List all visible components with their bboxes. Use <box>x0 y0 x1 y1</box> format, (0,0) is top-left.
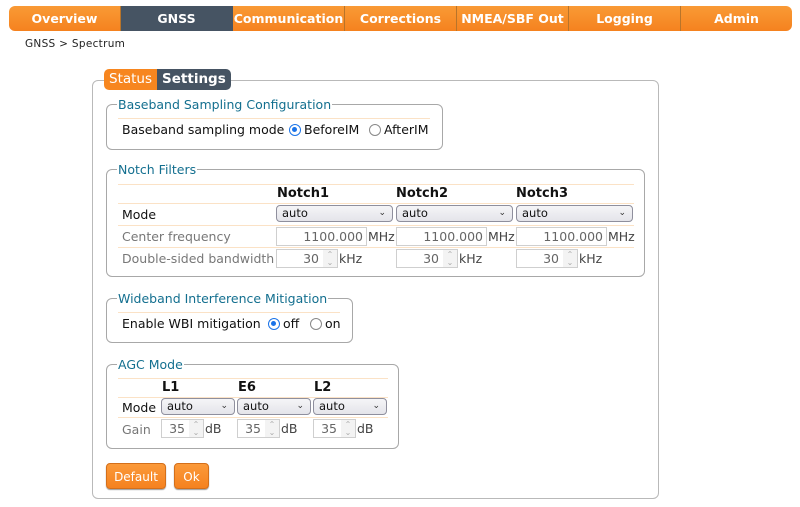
notch1-mode-select[interactable]: auto ⌄ <box>276 205 393 222</box>
notch3-header: Notch3 <box>516 186 569 201</box>
chevron-down-icon: ⌄ <box>372 401 380 411</box>
radio-unchecked-icon <box>369 123 381 136</box>
wbi-label: Enable WBI mitigation <box>122 316 261 331</box>
spinner-icon[interactable]: ⌃ ⌄ <box>265 420 279 437</box>
khz-unit: kHz <box>579 251 603 266</box>
chevron-down-icon: ⌄ <box>618 208 626 218</box>
breadcrumb: GNSS > Spectrum <box>25 38 126 50</box>
notch3-bandwidth-value: 30 <box>543 251 559 266</box>
nav-tab-admin[interactable]: Admin <box>681 6 792 31</box>
chevron-down-icon: ⌄ <box>498 208 506 218</box>
radio-checked-icon <box>268 317 280 330</box>
db-unit: dB <box>205 421 222 436</box>
spinner-icon[interactable]: ⌃ ⌄ <box>341 420 355 437</box>
radio-afterim-label: AfterIM <box>384 122 429 137</box>
l1-header: L1 <box>162 380 180 395</box>
notch3-bandwidth-input[interactable]: 30 ⌃ ⌄ <box>516 249 578 268</box>
chevron-down-icon: ⌄ <box>296 401 304 411</box>
notch2-mode-select[interactable]: auto ⌄ <box>396 205 513 222</box>
agc-gain-label: Gain <box>122 422 151 437</box>
divider <box>118 184 634 185</box>
notch1-mode-value: auto <box>282 206 308 220</box>
notch1-bandwidth-input[interactable]: 30 ⌃ ⌄ <box>276 249 338 268</box>
notch3-center-frequency-input[interactable]: 1100.000 <box>516 227 607 246</box>
nav-tab-corrections[interactable]: Corrections <box>345 6 457 31</box>
divider <box>118 225 634 226</box>
e6-gain-value: 35 <box>245 421 261 436</box>
nav-tab-gnss[interactable]: GNSS <box>121 6 233 31</box>
radio-beforeim[interactable]: BeforeIM <box>289 122 359 137</box>
l1-gain-value: 35 <box>169 421 185 436</box>
divider <box>118 417 388 418</box>
notch3-mode-value: auto <box>522 206 548 220</box>
nav-tab-logging[interactable]: Logging <box>569 6 681 31</box>
radio-checked-icon <box>289 123 301 136</box>
l2-header: L2 <box>314 380 332 395</box>
l1-mode-select[interactable]: auto ⌄ <box>161 398 235 415</box>
notch1-header: Notch1 <box>277 186 330 201</box>
l2-gain-input[interactable]: 35 ⌃ ⌄ <box>313 419 356 438</box>
radio-wbi-off[interactable]: off <box>268 316 299 331</box>
l1-mode-value: auto <box>167 399 193 413</box>
khz-unit: kHz <box>459 251 483 266</box>
radio-unchecked-icon <box>310 317 322 330</box>
notch2-center-frequency-input[interactable]: 1100.000 <box>396 227 487 246</box>
l2-gain-value: 35 <box>321 421 337 436</box>
center-frequency-label: Center frequency <box>122 229 231 244</box>
divider <box>118 312 340 313</box>
ok-button[interactable]: Ok <box>174 463 209 489</box>
agc-mode-label: Mode <box>122 400 157 415</box>
radio-beforeim-label: BeforeIM <box>304 122 360 137</box>
baseband-mode-label: Baseband sampling mode <box>122 122 285 137</box>
spinner-icon[interactable]: ⌃ ⌄ <box>443 250 457 267</box>
divider <box>118 247 634 248</box>
radio-off-label: off <box>283 316 300 331</box>
l1-gain-input[interactable]: 35 ⌃ ⌄ <box>161 419 204 438</box>
db-unit: dB <box>281 421 298 436</box>
radio-afterim[interactable]: AfterIM <box>369 122 429 137</box>
nav-tab-overview[interactable]: Overview <box>9 6 121 31</box>
notch-legend: Notch Filters <box>118 162 197 177</box>
notch1-center-frequency-input[interactable]: 1100.000 <box>276 227 367 246</box>
notch2-bandwidth-input[interactable]: 30 ⌃ ⌄ <box>396 249 458 268</box>
mhz-unit: MHz <box>488 229 515 244</box>
e6-mode-select[interactable]: auto ⌄ <box>237 398 311 415</box>
bandwidth-label: Double-sided bandwidth <box>122 251 275 266</box>
notch-mode-label: Mode <box>122 207 157 222</box>
top-navigation: Overview GNSS Communication Corrections … <box>9 6 792 31</box>
spinner-icon[interactable]: ⌃ ⌄ <box>563 250 577 267</box>
chevron-down-icon: ⌄ <box>378 208 386 218</box>
khz-unit: kHz <box>339 251 363 266</box>
agc-legend: AGC Mode <box>118 357 183 372</box>
notch3-mode-select[interactable]: auto ⌄ <box>516 205 633 222</box>
l2-mode-select[interactable]: auto ⌄ <box>313 398 387 415</box>
radio-on-label: on <box>325 316 341 331</box>
notch1-bandwidth-value: 30 <box>303 251 319 266</box>
subtab-settings[interactable]: Settings <box>157 69 231 90</box>
notch2-header: Notch2 <box>396 186 449 201</box>
e6-mode-value: auto <box>243 399 269 413</box>
e6-header: E6 <box>238 380 256 395</box>
chevron-down-icon: ⌄ <box>220 401 228 411</box>
subtab-status[interactable]: Status <box>104 69 158 90</box>
e6-gain-input[interactable]: 35 ⌃ ⌄ <box>237 419 280 438</box>
db-unit: dB <box>357 421 374 436</box>
mhz-unit: MHz <box>368 229 395 244</box>
nav-tab-nmea-sbf-out[interactable]: NMEA/SBF Out <box>457 6 569 31</box>
notch2-bandwidth-value: 30 <box>423 251 439 266</box>
divider <box>118 118 430 119</box>
subtabs: Status Settings <box>104 69 231 90</box>
nav-tab-communication[interactable]: Communication <box>233 6 345 31</box>
radio-wbi-on[interactable]: on <box>310 316 341 331</box>
l2-mode-value: auto <box>319 399 345 413</box>
default-button[interactable]: Default <box>106 463 166 489</box>
spinner-icon[interactable]: ⌃ ⌄ <box>189 420 203 437</box>
divider <box>118 203 634 204</box>
wbi-legend: Wideband Interference Mitigation <box>118 291 328 306</box>
spinner-icon[interactable]: ⌃ ⌄ <box>323 250 337 267</box>
notch2-mode-value: auto <box>402 206 428 220</box>
baseband-legend: Baseband Sampling Configuration <box>118 97 332 112</box>
mhz-unit: MHz <box>608 229 635 244</box>
divider <box>118 378 388 379</box>
